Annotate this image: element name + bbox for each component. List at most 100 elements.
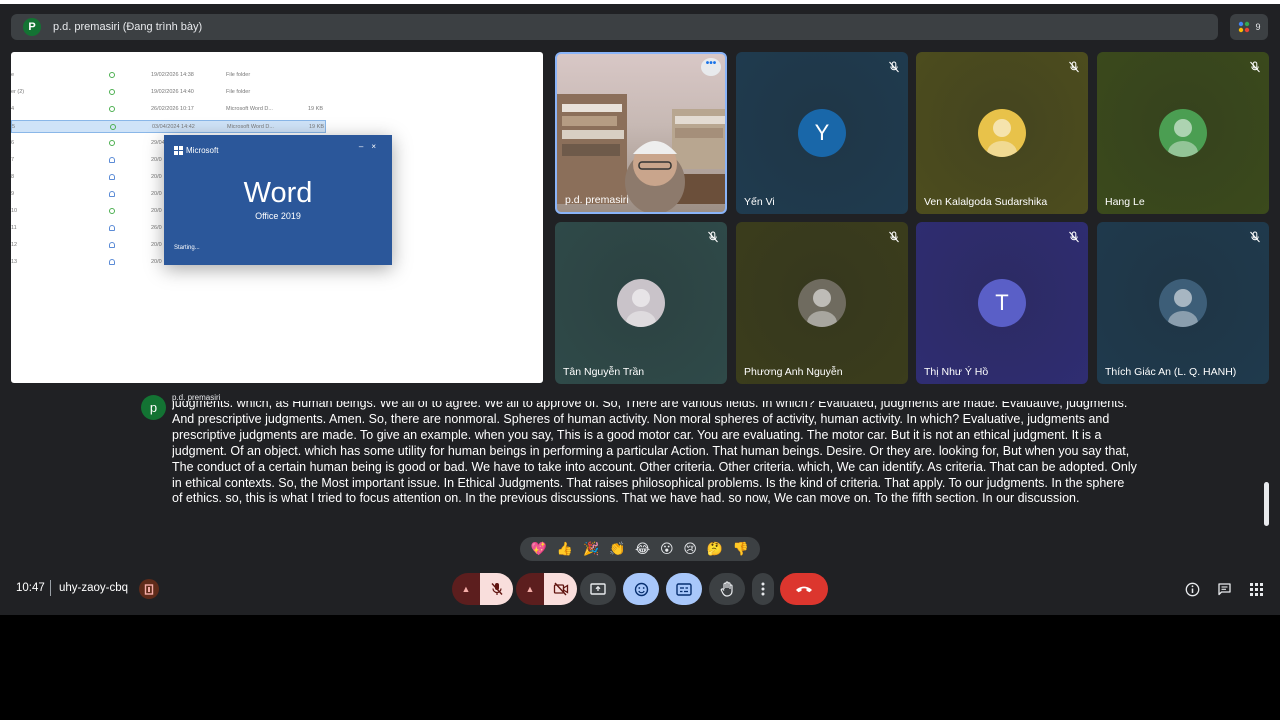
file-date: 03/04/2024 14:42 bbox=[152, 124, 195, 130]
video-feed bbox=[557, 94, 725, 212]
participant-name: p.d. premasiri bbox=[565, 194, 629, 206]
sync-status-icon bbox=[109, 208, 115, 214]
present-screen-icon bbox=[590, 582, 606, 595]
reaction-emoji[interactable]: 👏 bbox=[609, 541, 625, 557]
avatar-letter: Y bbox=[814, 120, 830, 145]
present-button[interactable] bbox=[580, 573, 616, 605]
participant-tile[interactable]: Y Yến Vi bbox=[736, 52, 908, 214]
participant-tile[interactable]: Ven Kalalgoda Sudarshika bbox=[916, 52, 1088, 214]
participants-button[interactable]: 9 bbox=[1230, 14, 1268, 40]
caption-speaker-avatar: p bbox=[141, 395, 166, 420]
sync-status-icon bbox=[109, 72, 115, 78]
participant-tile[interactable]: Tân Nguyễn Trần bbox=[555, 222, 727, 384]
muted-mic-icon bbox=[1249, 60, 1261, 73]
meet-window: P p.d. premasiri (Đang trình bày) 9 e 19/… bbox=[0, 0, 1280, 615]
sync-status-icon bbox=[109, 140, 115, 146]
word-title: Word bbox=[243, 177, 313, 209]
more-options-button[interactable] bbox=[752, 573, 774, 605]
reaction-emoji[interactable]: 👍 bbox=[557, 541, 573, 557]
captions-button[interactable] bbox=[666, 573, 702, 605]
file-row[interactable]: 5 03/04/2024 14:42 Microsoft Word D... 19 K… bbox=[11, 120, 326, 133]
file-date: 26/02/2026 10:17 bbox=[151, 106, 194, 112]
participant-name: Tân Nguyễn Trần bbox=[563, 366, 645, 378]
file-row[interactable]: e 19/02/2026 14:38 File folder bbox=[11, 69, 331, 82]
file-name: 7 bbox=[11, 157, 15, 163]
file-name: 13 bbox=[11, 259, 18, 265]
apps-grid-icon bbox=[1249, 582, 1263, 596]
sync-status-icon bbox=[109, 225, 115, 231]
sync-status-icon bbox=[110, 124, 116, 130]
participant-tile[interactable]: ••• p.d. premasiri bbox=[555, 52, 727, 214]
file-date: 19/02/2026 14:40 bbox=[151, 89, 194, 95]
reaction-emoji[interactable]: 🤔 bbox=[707, 541, 723, 557]
participant-name: Yến Vi bbox=[744, 196, 775, 208]
participant-tile[interactable]: Hang Le bbox=[1097, 52, 1269, 214]
file-name: 6 bbox=[11, 140, 15, 146]
muted-mic-icon bbox=[1068, 60, 1080, 73]
file-name: 10 bbox=[11, 208, 18, 214]
presenter-avatar: P bbox=[23, 18, 41, 36]
sync-status-icon bbox=[109, 242, 115, 248]
mic-off-icon bbox=[490, 583, 503, 595]
file-date: 20/0 bbox=[151, 157, 162, 163]
file-type: Microsoft Word D... bbox=[226, 106, 273, 112]
word-status: Starting... bbox=[174, 245, 200, 251]
sync-status-icon bbox=[109, 259, 115, 265]
mic-control: ▲ bbox=[452, 573, 513, 605]
reaction-emoji[interactable]: 💖 bbox=[531, 541, 547, 557]
camera-button[interactable] bbox=[544, 573, 577, 605]
host-controls-icon[interactable] bbox=[139, 579, 159, 599]
reaction-emoji[interactable]: 🎉 bbox=[583, 541, 599, 557]
chat-icon bbox=[1217, 582, 1231, 595]
info-icon bbox=[1185, 582, 1199, 596]
muted-mic-icon bbox=[707, 230, 719, 243]
activities-button[interactable] bbox=[1247, 580, 1265, 598]
avatar bbox=[1159, 109, 1207, 157]
caption-area: judgments. which, as Human beings. We al… bbox=[172, 401, 1137, 526]
presenter-bar[interactable]: P p.d. premasiri (Đang trình bày) bbox=[11, 14, 1218, 40]
participant-name: Thị Như Ý Hồ bbox=[924, 366, 989, 378]
caption-scrollbar[interactable] bbox=[1264, 482, 1269, 526]
mic-button[interactable] bbox=[480, 573, 513, 605]
presenter-label: p.d. premasiri (Đang trình bày) bbox=[53, 21, 203, 33]
sync-status-icon bbox=[109, 106, 115, 112]
closed-captions-icon bbox=[676, 582, 692, 596]
word-version: Office 2019 bbox=[255, 211, 301, 221]
file-date: 20/0 bbox=[151, 208, 162, 214]
participant-count: 9 bbox=[1255, 22, 1261, 32]
participant-tile[interactable]: T Thị Như Ý Hồ bbox=[916, 222, 1088, 384]
meeting-details-button[interactable] bbox=[1183, 580, 1201, 598]
file-date: 19/02/2026 14:38 bbox=[151, 72, 194, 78]
microsoft-logo: Microsoft bbox=[174, 146, 218, 155]
participant-tile[interactable]: Thích Giác An (L. Q. HANH) bbox=[1097, 222, 1269, 384]
more-options-icon[interactable]: ••• bbox=[701, 58, 721, 76]
muted-mic-icon bbox=[888, 60, 900, 73]
file-date: 20/0 bbox=[151, 259, 162, 265]
file-row[interactable]: 4 26/02/2026 10:17 Microsoft Word D... 19 K… bbox=[11, 103, 331, 116]
file-date: 20/0 bbox=[151, 174, 162, 180]
mic-options-chevron-icon[interactable]: ▲ bbox=[452, 573, 480, 605]
leave-call-button[interactable] bbox=[780, 573, 828, 605]
raise-hand-button[interactable] bbox=[709, 573, 745, 605]
reaction-emoji[interactable]: 😮 bbox=[660, 541, 674, 557]
reaction-emoji[interactable]: 👎 bbox=[733, 541, 749, 557]
chat-button[interactable] bbox=[1215, 580, 1233, 598]
people-icon bbox=[1239, 21, 1250, 33]
participant-name: Thích Giác An (L. Q. HANH) bbox=[1105, 366, 1237, 378]
muted-mic-icon bbox=[1068, 230, 1080, 243]
participant-tile[interactable]: Phương Anh Nguyễn bbox=[736, 222, 908, 384]
sync-status-icon bbox=[109, 89, 115, 95]
reactions-button[interactable] bbox=[623, 573, 659, 605]
reaction-emoji[interactable]: 😢 bbox=[683, 541, 697, 557]
file-row[interactable]: er (2) 19/02/2026 14:40 File folder bbox=[11, 86, 331, 99]
file-date: 26/0 bbox=[151, 225, 162, 231]
file-name: 12 bbox=[11, 242, 18, 248]
shared-screen: e 19/02/2026 14:38 File folder er (2) 19/02/… bbox=[11, 52, 543, 383]
avatar-letter: T bbox=[995, 290, 1009, 315]
camera-options-chevron-icon[interactable]: ▲ bbox=[516, 573, 544, 605]
windows-icon bbox=[174, 146, 183, 155]
top-border bbox=[0, 0, 1280, 4]
reaction-emoji[interactable]: 😂 bbox=[635, 541, 650, 557]
avatar: Y bbox=[798, 109, 846, 157]
file-name: 4 bbox=[11, 106, 15, 112]
